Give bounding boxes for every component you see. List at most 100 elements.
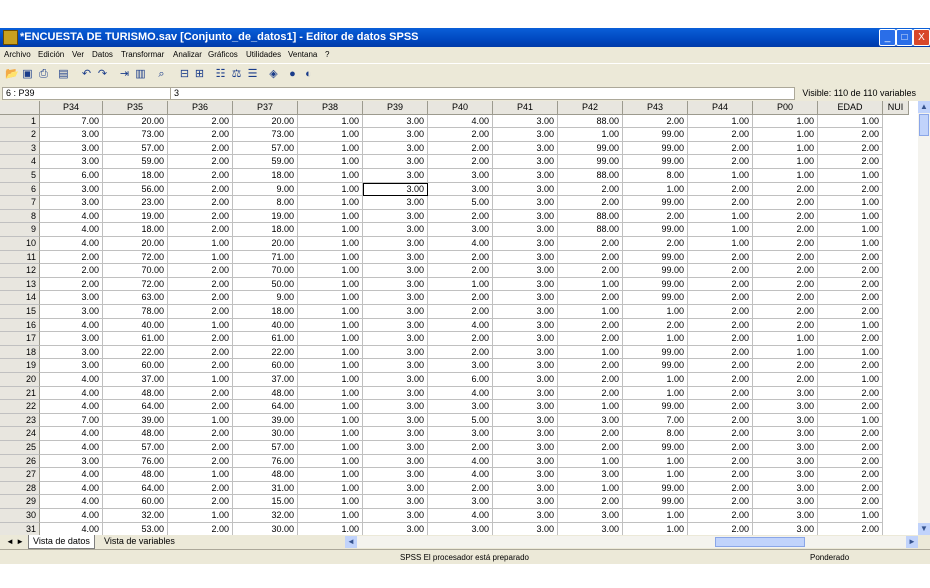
data-cell[interactable]: 3.00 — [493, 141, 558, 156]
grid-corner[interactable] — [0, 101, 40, 115]
data-cell[interactable]: 1.00 — [688, 169, 753, 183]
data-cell[interactable]: 1.00 — [298, 291, 363, 305]
data-cell[interactable]: 2.00 — [40, 264, 103, 278]
data-cell[interactable]: 99.00 — [623, 250, 688, 265]
data-cell[interactable]: 60.00 — [103, 495, 168, 509]
menu-item[interactable]: Gráficos — [208, 50, 238, 59]
tab-scroll-left-icon[interactable]: ◄ ► — [2, 535, 28, 548]
data-cell[interactable]: 2.00 — [753, 373, 818, 387]
data-cell[interactable]: 2.00 — [558, 332, 623, 346]
data-cell[interactable]: 3.00 — [363, 427, 428, 441]
row-number[interactable]: 12 — [0, 264, 40, 278]
data-cell[interactable]: 32.00 — [233, 509, 298, 523]
data-cell[interactable]: 3.00 — [493, 468, 558, 482]
data-cell[interactable]: 2.00 — [168, 182, 233, 197]
data-cell[interactable]: 39.00 — [103, 413, 168, 428]
data-cell[interactable]: 4.00 — [40, 237, 103, 251]
data-cell[interactable]: 18.00 — [233, 223, 298, 237]
data-cell[interactable]: 2.00 — [753, 305, 818, 319]
row-number[interactable]: 4 — [0, 155, 40, 169]
data-cell[interactable]: 3.00 — [363, 454, 428, 469]
column-header[interactable]: P00 — [753, 101, 818, 115]
data-cell[interactable]: 2.00 — [168, 454, 233, 469]
find-icon[interactable]: ⌕ — [155, 68, 168, 81]
data-cell[interactable]: 2.00 — [688, 454, 753, 469]
data-cell[interactable]: 1.00 — [168, 237, 233, 251]
data-cell[interactable]: 37.00 — [233, 373, 298, 387]
data-cell[interactable]: 30.00 — [233, 427, 298, 441]
data-cell[interactable]: 1.00 — [558, 277, 623, 292]
data-cell[interactable]: 2.00 — [168, 155, 233, 169]
data-cell[interactable]: 31.00 — [233, 481, 298, 496]
data-cell[interactable]: 3.00 — [493, 522, 558, 535]
data-cell[interactable]: 2.00 — [428, 128, 493, 142]
data-cell[interactable]: 4.00 — [40, 209, 103, 224]
data-cell[interactable]: 2.00 — [688, 305, 753, 319]
data-cell[interactable]: 18.00 — [233, 305, 298, 319]
menu-item[interactable]: Edición — [38, 50, 64, 59]
data-cell[interactable]: 1.00 — [298, 522, 363, 535]
data-cell[interactable]: 2.00 — [623, 318, 688, 333]
data-cell[interactable]: 73.00 — [233, 128, 298, 142]
data-cell[interactable]: 7.00 — [623, 413, 688, 428]
data-cell[interactable]: 7.00 — [40, 413, 103, 428]
data-cell[interactable]: 3.00 — [363, 277, 428, 292]
data-cell[interactable]: 3.00 — [753, 427, 818, 441]
data-cell[interactable]: 2.00 — [428, 141, 493, 156]
data-cell[interactable]: 2.00 — [168, 332, 233, 346]
column-header[interactable]: P34 — [40, 101, 103, 115]
menu-item[interactable]: Archivo — [4, 50, 31, 59]
data-cell[interactable]: 2.00 — [818, 495, 883, 509]
data-cell[interactable]: 1.00 — [298, 441, 363, 455]
row-number[interactable]: 28 — [0, 481, 40, 496]
row-number[interactable]: 23 — [0, 413, 40, 428]
data-cell[interactable]: 2.00 — [818, 427, 883, 441]
row-number[interactable]: 22 — [0, 400, 40, 414]
data-cell[interactable]: 76.00 — [103, 454, 168, 469]
data-cell[interactable]: 99.00 — [623, 291, 688, 305]
data-cell[interactable]: 48.00 — [103, 386, 168, 401]
data-cell[interactable]: 3.00 — [40, 182, 103, 197]
data-cell[interactable]: 9.00 — [233, 182, 298, 197]
data-cell[interactable]: 1.00 — [818, 237, 883, 251]
data-cell[interactable]: 2.00 — [428, 345, 493, 360]
data-cell[interactable]: 57.00 — [233, 441, 298, 455]
data-cell[interactable]: 5.00 — [428, 413, 493, 428]
data-cell[interactable]: 3.00 — [753, 441, 818, 455]
tab-data-view[interactable]: Vista de datos — [28, 535, 95, 549]
data-cell[interactable]: 48.00 — [233, 468, 298, 482]
data-cell[interactable]: 4.00 — [40, 223, 103, 237]
data-cell[interactable]: 2.00 — [753, 182, 818, 197]
data-cell[interactable]: 1.00 — [428, 277, 493, 292]
dialog-recall-icon[interactable]: ▤ — [57, 68, 70, 81]
data-cell[interactable]: 53.00 — [103, 522, 168, 535]
data-cell[interactable]: 76.00 — [233, 454, 298, 469]
data-cell[interactable]: 3.00 — [363, 332, 428, 346]
data-cell[interactable]: 2.00 — [558, 373, 623, 387]
data-cell[interactable]: 22.00 — [103, 345, 168, 360]
data-cell[interactable]: 2.00 — [428, 155, 493, 169]
data-cell[interactable]: 3.00 — [428, 359, 493, 373]
row-number[interactable]: 14 — [0, 291, 40, 305]
data-cell[interactable]: 1.00 — [818, 413, 883, 428]
data-cell[interactable]: 70.00 — [233, 264, 298, 278]
data-cell[interactable]: 2.00 — [818, 468, 883, 482]
data-cell[interactable]: 3.00 — [428, 495, 493, 509]
data-cell[interactable]: 1.00 — [558, 481, 623, 496]
data-cell[interactable]: 2.00 — [168, 345, 233, 360]
data-cell[interactable]: 2.00 — [818, 128, 883, 142]
data-cell[interactable]: 3.00 — [493, 128, 558, 142]
data-cell[interactable]: 2.00 — [558, 250, 623, 265]
data-cell[interactable]: 3.00 — [428, 427, 493, 441]
column-header[interactable]: P38 — [298, 101, 363, 115]
data-cell[interactable]: 2.00 — [168, 386, 233, 401]
data-cell[interactable]: 3.00 — [363, 481, 428, 496]
data-cell[interactable]: 2.00 — [623, 114, 688, 129]
data-cell[interactable]: 2.00 — [818, 250, 883, 265]
data-cell[interactable]: 78.00 — [103, 305, 168, 319]
data-cell[interactable]: 2.00 — [558, 495, 623, 509]
data-cell[interactable]: 3.00 — [40, 128, 103, 142]
data-cell[interactable]: 1.00 — [298, 481, 363, 496]
data-cell[interactable]: 1.00 — [298, 237, 363, 251]
data-cell[interactable]: 1.00 — [298, 264, 363, 278]
